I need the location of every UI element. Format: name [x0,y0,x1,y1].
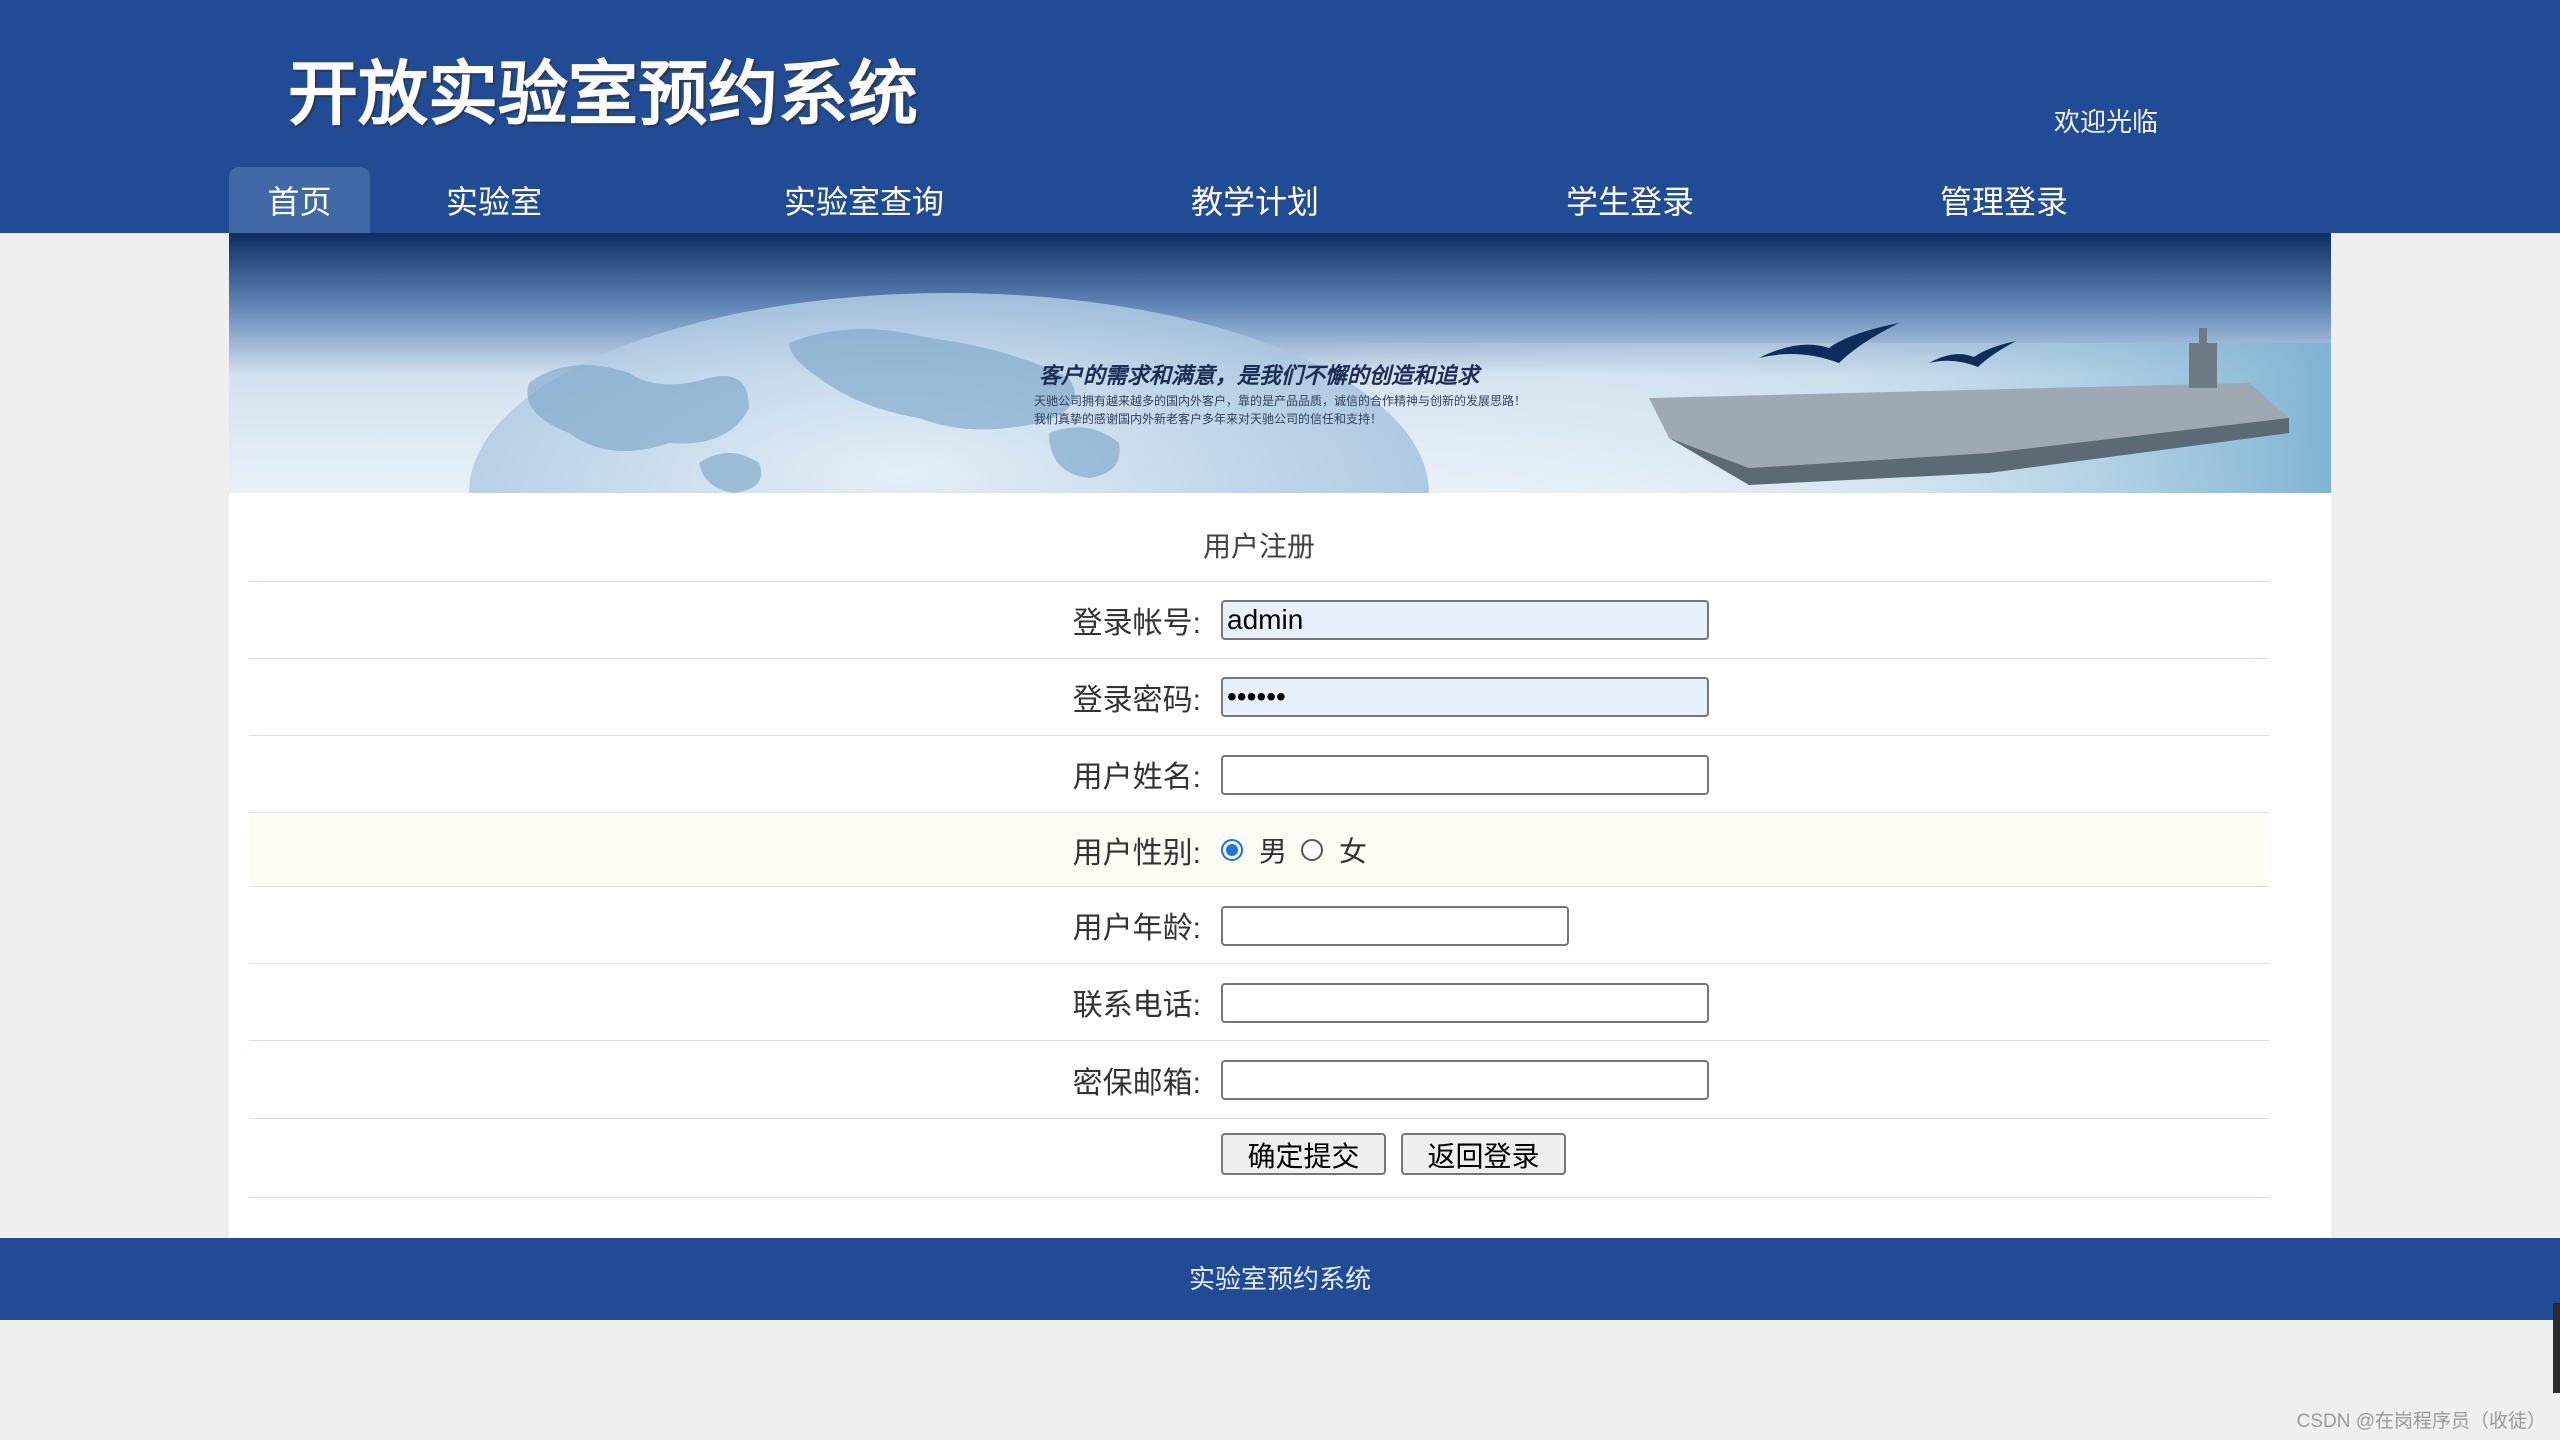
phone-row: 联系电话: [249,964,2269,1041]
password-label: 登录密码: [1072,684,1201,717]
age-row: 用户年龄: [249,887,2269,964]
account-label: 登录帐号: [1072,607,1201,640]
account-input[interactable] [1221,600,1709,640]
nav-item-admin-login[interactable]: 管理登录 [1889,167,2119,233]
nav-item-home[interactable]: 首页 [229,167,370,233]
banner-line-1: 天驰公司拥有越来越多的国内外客户，靠的是产品品质，诚信的合作精神与创新的发展思路… [1034,393,1526,408]
password-row: 登录密码: [249,659,2269,736]
register-panel: 用户注册 登录帐号: 登录密码: 用户姓名: 用户性别: 男 女 用户年龄: 联… [229,493,2331,1238]
watermark-text: CSDN @在岗程序员（收徒） [2296,1411,2546,1432]
nav-item-labs[interactable]: 实验室 [379,167,609,233]
gender-male-label: 男 [1259,834,1288,868]
form-title: 用户注册 [249,519,2269,582]
password-input[interactable] [1221,677,1709,717]
gender-row: 用户性别: 男 女 [249,813,2269,887]
phone-input[interactable] [1221,983,1709,1023]
email-label: 密保邮箱: [1072,1066,1201,1100]
banner-image: 客户的需求和满意，是我们不懈的创造和追求 天驰公司拥有越来越多的国内外客户，靠的… [229,233,2331,493]
name-label: 用户姓名: [1072,761,1201,794]
main-nav: 首页 实验室 实验室查询 教学计划 学生登录 管理登录 [229,167,2331,233]
page-footer: 实验室预约系统 [0,1238,2560,1320]
page-header: 开放实验室预约系统 欢迎光临 首页 实验室 实验室查询 教学计划 学生登录 管理… [0,0,2560,233]
nav-item-teaching-plan[interactable]: 教学计划 [1140,167,1370,233]
banner: 客户的需求和满意，是我们不懈的创造和追求 天驰公司拥有越来越多的国内外客户，靠的… [229,233,2331,493]
name-row: 用户姓名: [249,736,2269,813]
gender-male-radio[interactable] [1221,838,1243,861]
buttons-row: 确定提交 返回登录 [249,1119,2269,1198]
email-row: 密保邮箱: [249,1041,2269,1119]
back-to-login-button[interactable]: 返回登录 [1401,1133,1566,1175]
banner-line-2: 我们真挚的感谢国内外新老客户多年来对天驰公司的信任和支持！ [1034,411,1382,426]
gender-female-label: 女 [1339,834,1368,868]
nav-item-student-login[interactable]: 学生登录 [1515,167,1745,233]
gender-female-radio[interactable] [1301,838,1324,861]
age-label: 用户年龄: [1072,912,1201,945]
gender-radio-group: 男 女 [1221,813,1381,886]
age-input[interactable] [1221,906,1569,946]
gender-label: 用户性别: [1072,836,1201,870]
nav-item-lab-search[interactable]: 实验室查询 [749,167,979,233]
name-input[interactable] [1221,755,1709,795]
footer-text: 实验室预约系统 [1188,1264,1371,1294]
welcome-text: 欢迎光临 [2054,108,2159,138]
account-row: 登录帐号: [249,582,2269,659]
banner-slogan: 客户的需求和满意，是我们不懈的创造和追求 [1039,363,1482,389]
submit-button[interactable]: 确定提交 [1221,1133,1386,1175]
scroll-edge [2553,1303,2560,1393]
site-title: 开放实验室预约系统 [288,55,918,133]
phone-label: 联系电话: [1072,989,1201,1022]
email-input[interactable] [1221,1060,1709,1100]
